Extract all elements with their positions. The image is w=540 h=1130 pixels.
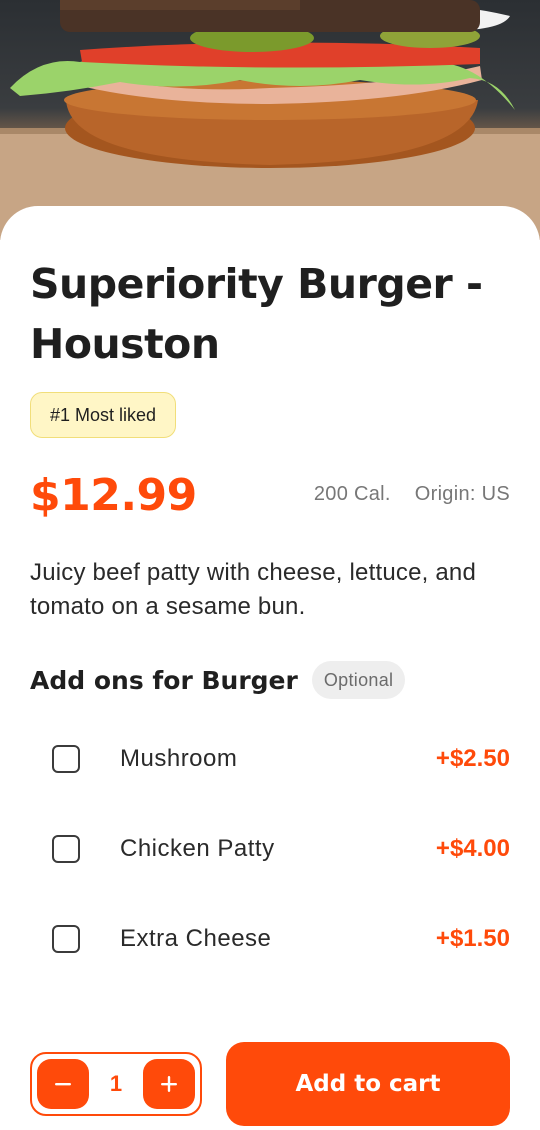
addon-item-chicken-patty[interactable]: Chicken Patty +$4.00: [30, 819, 510, 879]
plus-icon: [161, 1076, 177, 1092]
addon-item-mushroom[interactable]: Mushroom +$2.50: [30, 729, 510, 789]
minus-icon: [55, 1083, 71, 1086]
addons-header: Add ons for Burger Optional: [30, 661, 406, 699]
increase-quantity-button[interactable]: [143, 1059, 195, 1109]
addon-label: Mushroom: [120, 745, 238, 772]
product-description: Juicy beef patty with cheese, lettuce, a…: [30, 559, 476, 620]
addon-checkbox[interactable]: [52, 745, 80, 773]
optional-tag: Optional: [311, 661, 406, 699]
product-hero-image: [0, 0, 540, 240]
product-price: $12.99: [30, 470, 197, 521]
product-meta: 200 Cal. Origin: US: [314, 483, 510, 506]
add-to-cart-button[interactable]: Add to cart: [226, 1042, 510, 1126]
calories-text: 200 Cal.: [313, 483, 391, 505]
addon-checkbox[interactable]: [52, 925, 80, 953]
burger-illustration: [0, 0, 540, 240]
addon-checkbox[interactable]: [52, 835, 80, 863]
addon-price: +$2.50: [435, 745, 510, 772]
product-detail-sheet: Superiority Burger - Houston #1 Most lik…: [0, 206, 540, 1130]
most-liked-badge: #1 Most liked: [30, 392, 177, 438]
product-title: Superiority Burger - Houston: [30, 260, 483, 368]
quantity-stepper: 1: [30, 1052, 202, 1116]
decrease-quantity-button[interactable]: [37, 1059, 89, 1109]
addon-item-extra-cheese[interactable]: Extra Cheese +$1.50: [30, 909, 510, 969]
addon-label: Chicken Patty: [120, 835, 275, 862]
origin-text: Origin: US: [414, 483, 510, 505]
quantity-value: 1: [109, 1071, 123, 1096]
addon-price: +$4.00: [435, 835, 510, 862]
addon-price: +$1.50: [435, 925, 510, 952]
addons-title: Add ons for Burger: [30, 665, 298, 695]
addon-label: Extra Cheese: [120, 925, 272, 952]
